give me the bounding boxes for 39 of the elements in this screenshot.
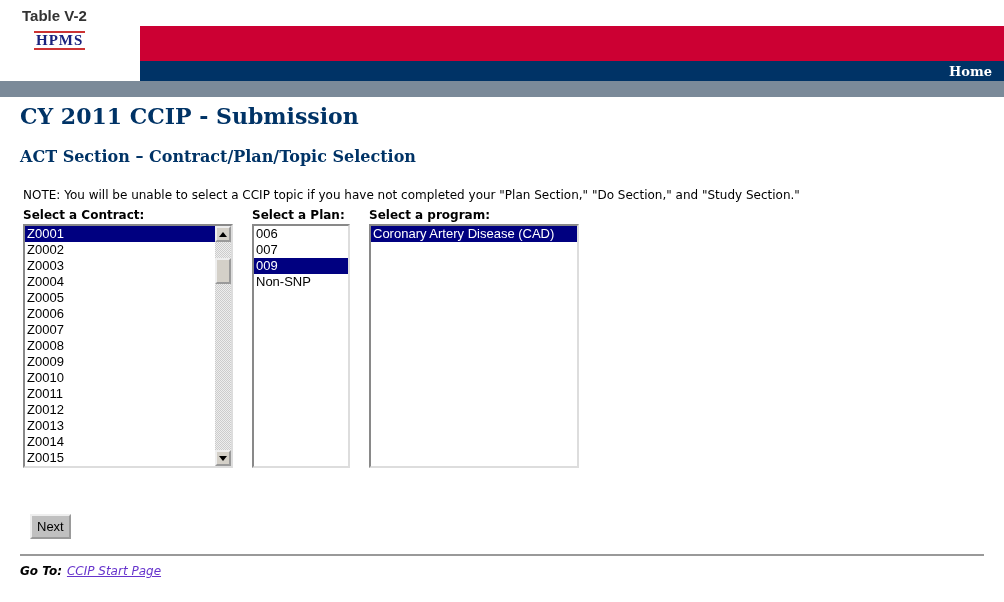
- section-title: ACT Section – Contract/Plan/Topic Selection: [20, 147, 417, 166]
- list-box[interactable]: Z0001 Z0002 Z0003 Z0004 Z0005 Z0006 Z0007 Z0008 Z0009 Z0010 Z0011 Z0012 Z0013 Z0014 Z0015: [23, 224, 233, 468]
- scroll-up-icon[interactable]: [215, 226, 231, 242]
- note-text: NOTE: You will be unable to select a CCIP topic if you have not completed your "Plan Section," "Do Section," and "Study Section.": [23, 188, 801, 202]
- list-option[interactable]: Z0003: [25, 258, 215, 274]
- list-option[interactable]: Z0007: [25, 322, 215, 338]
- list-option[interactable]: Z0002: [25, 242, 215, 258]
- hpms-logo: HPMS: [34, 31, 86, 50]
- list-option[interactable]: Z0015: [25, 450, 215, 466]
- list-label: Select a program:: [369, 208, 491, 222]
- list-option[interactable]: Z0006: [25, 306, 215, 322]
- list-box[interactable]: Coronary Artery Disease (CAD): [369, 224, 579, 468]
- list-option[interactable]: Z0001: [25, 226, 215, 242]
- list-option[interactable]: Z0009: [25, 354, 215, 370]
- list-label: Select a Contract:: [23, 208, 146, 222]
- scroll-down-icon[interactable]: [215, 450, 231, 466]
- list-option[interactable]: Z0012: [25, 402, 215, 418]
- scroll-thumb[interactable]: [215, 258, 231, 284]
- caption: Table V-2: [22, 7, 87, 24]
- list-label: Select a Plan:: [252, 208, 346, 222]
- list-option[interactable]: Z0013: [25, 418, 215, 434]
- list-option[interactable]: Z0008: [25, 338, 215, 354]
- list-option[interactable]: 006: [254, 226, 348, 242]
- goto-label: Go To:: [20, 564, 62, 578]
- list-box[interactable]: 006 007 009 Non-SNP: [252, 224, 350, 468]
- list-option[interactable]: 007: [254, 242, 348, 258]
- home-link[interactable]: Home: [949, 63, 992, 79]
- page-title: CY 2011 CCIP - Submission: [20, 103, 360, 129]
- scrollbar[interactable]: [215, 226, 231, 466]
- list-option[interactable]: Non-SNP: [254, 274, 348, 290]
- list-option[interactable]: Z0014: [25, 434, 215, 450]
- list-option[interactable]: Z0011: [25, 386, 215, 402]
- list-option[interactable]: Coronary Artery Disease (CAD): [371, 226, 577, 242]
- list-option[interactable]: Z0005: [25, 290, 215, 306]
- start-page-link[interactable]: CCIP Start Page: [66, 564, 162, 578]
- list-option[interactable]: 009: [254, 258, 348, 274]
- list-option[interactable]: Z0010: [25, 370, 215, 386]
- next-button[interactable]: Next: [30, 514, 71, 539]
- list-option[interactable]: Z0004: [25, 274, 215, 290]
